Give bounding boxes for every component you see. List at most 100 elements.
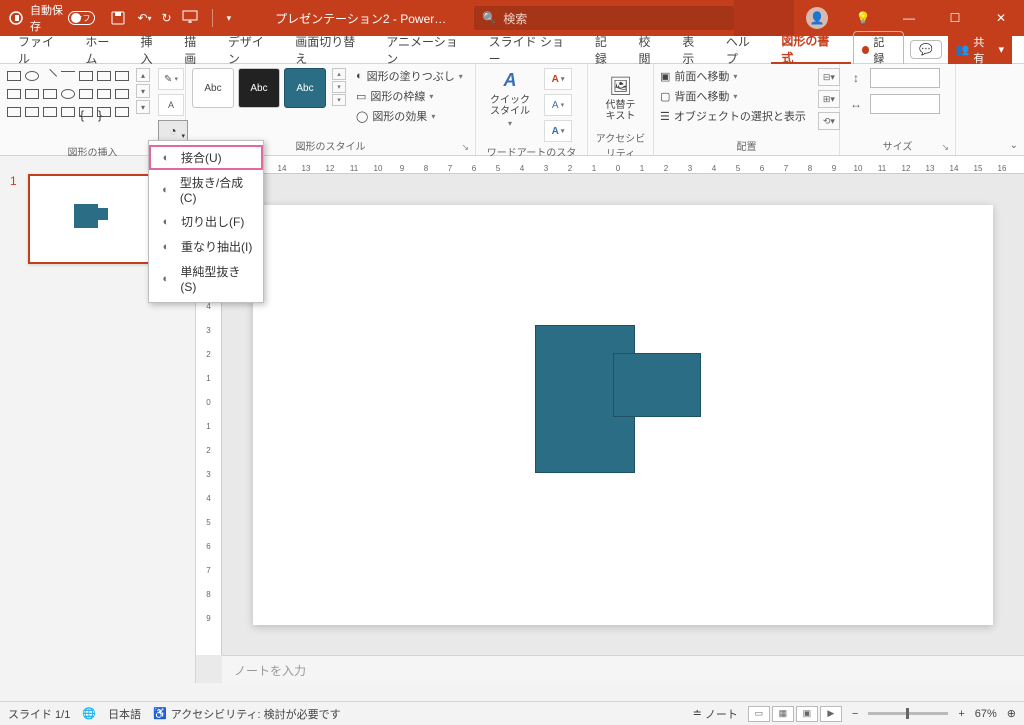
undo-button[interactable]: ↶▾ <box>137 11 151 25</box>
horizontal-ruler: 1615141312111098765432101234567891011121… <box>222 156 1024 174</box>
fill-icon: ◐ <box>356 70 363 82</box>
notes-pane[interactable]: ノートを入力 <box>222 655 1024 683</box>
tab-2[interactable]: 挿入 <box>131 36 175 64</box>
reading-view-button[interactable]: ▣ <box>796 706 818 722</box>
height-input[interactable] <box>870 68 940 88</box>
search-icon: 🔍 <box>482 11 497 25</box>
qat-more-button[interactable]: ▾ <box>227 13 232 24</box>
slide-number: 1 <box>10 174 17 188</box>
autosave-toggle[interactable]: 自動保存 オフ <box>30 2 95 34</box>
align-button[interactable]: ⊟▾ <box>818 68 840 86</box>
shape-rect-2[interactable] <box>613 353 701 417</box>
tab-3[interactable]: 描画 <box>174 36 218 64</box>
zoom-slider[interactable] <box>868 712 948 715</box>
search-placeholder: 検索 <box>503 10 527 27</box>
merge-option-3[interactable]: ◐重なり抽出(I) <box>149 234 263 259</box>
notes-toggle[interactable]: ≐ノート <box>693 706 738 722</box>
slide[interactable] <box>253 205 993 625</box>
sorter-view-button[interactable]: ▦ <box>772 706 794 722</box>
record-button[interactable]: 記録 <box>853 31 904 69</box>
group-label-size: サイズ <box>883 142 913 153</box>
status-lang-icon[interactable]: 🌐 <box>82 707 96 720</box>
shape-outline-button[interactable]: ▭図形の枠線▾ <box>356 88 463 104</box>
search-box[interactable]: 🔍 検索 <box>474 6 734 30</box>
normal-view-button[interactable]: ▭ <box>748 706 770 722</box>
ribbon-collapse-button[interactable]: ⌄ <box>1010 140 1018 151</box>
tab-8[interactable]: 記録 <box>585 36 629 64</box>
merge-option-1[interactable]: ◐型抜き/合成(C) <box>149 170 263 209</box>
group-label-arrange: 配置 <box>737 142 757 153</box>
merge-option-icon: ◐ <box>159 151 173 165</box>
view-buttons: ▭ ▦ ▣ ▶ <box>748 706 842 722</box>
fit-to-window-button[interactable]: ⊕ <box>1007 707 1016 720</box>
text-box-button[interactable]: A <box>158 94 184 116</box>
status-slide: スライド 1/1 <box>8 706 70 722</box>
merge-shapes-button[interactable]: ◔▾ <box>158 120 188 142</box>
status-accessibility[interactable]: ♿アクセシビリティ: 検討が必要です <box>153 706 341 722</box>
send-backward-button[interactable]: ▢背面へ移動▾ <box>660 88 806 104</box>
height-icon: ↕ <box>846 69 866 87</box>
shape-fill-button[interactable]: ◐図形の塗りつぶし▾ <box>356 68 463 84</box>
send-backward-icon: ▢ <box>660 90 670 103</box>
autosave-label: 自動保存 <box>30 2 64 34</box>
shape-styles-gallery[interactable]: Abc Abc Abc <box>192 68 326 108</box>
text-effects-button[interactable]: A <box>544 120 572 142</box>
merge-option-icon: ◐ <box>159 272 172 286</box>
outline-icon: ▭ <box>356 90 366 103</box>
share-button[interactable]: 👥 共有 ▾ <box>948 32 1012 68</box>
present-from-start-button[interactable] <box>182 10 198 27</box>
size-launcher[interactable]: ↘ <box>941 142 949 153</box>
shapes-gallery[interactable]: {} <box>6 68 130 120</box>
tab-11[interactable]: ヘルプ <box>716 36 772 64</box>
rotate-button[interactable]: ⟲▾ <box>818 112 840 130</box>
comments-button[interactable]: 💬 <box>910 40 942 59</box>
merge-option-0[interactable]: ◐接合(U) <box>149 145 263 170</box>
wordart-quickstyle-button[interactable]: A クイック スタイル ▾ <box>482 68 538 128</box>
tab-0[interactable]: ファイル <box>8 36 75 64</box>
text-outline-button[interactable]: A <box>544 94 572 116</box>
group-label-styles: 図形のスタイル <box>296 142 366 153</box>
accessibility-icon: ♿ <box>153 707 167 720</box>
group-size: ↕ ↔ サイズ ↘ <box>840 64 956 155</box>
tab-7[interactable]: スライド ショー <box>479 36 585 64</box>
selection-pane-icon: ☰ <box>660 110 670 123</box>
group-accessibility: 🖼 代替テ キスト アクセシビリティ <box>588 64 654 155</box>
status-lang: 日本語 <box>108 706 141 722</box>
zoom-in-button[interactable]: + <box>958 708 964 720</box>
shape-effects-button[interactable]: ◯図形の効果▾ <box>356 108 463 124</box>
group-arrange: ▣前面へ移動▾ ▢背面へ移動▾ ☰オブジェクトの選択と表示 ⊟▾ ⊞▾ ⟲▾ 配… <box>654 64 840 155</box>
slideshow-view-button[interactable]: ▶ <box>820 706 842 722</box>
style-gallery-scroll[interactable]: ▴▾▾ <box>332 68 346 106</box>
group-button[interactable]: ⊞▾ <box>818 90 840 108</box>
merge-option-2[interactable]: ◐切り出し(F) <box>149 209 263 234</box>
alt-text-button[interactable]: 🖼 代替テ キスト <box>594 68 647 128</box>
shapes-gallery-scroll[interactable]: ▴▾▾ <box>136 68 150 114</box>
effects-icon: ◯ <box>356 110 368 123</box>
tab-5[interactable]: 画面切り替え <box>285 36 376 64</box>
tab-4[interactable]: デザイン <box>218 36 285 64</box>
edit-shape-button[interactable]: ✎ <box>158 68 184 90</box>
tab-9[interactable]: 校閲 <box>629 36 673 64</box>
canvas[interactable] <box>222 174 1024 655</box>
selection-pane-button[interactable]: ☰オブジェクトの選択と表示 <box>660 108 806 124</box>
zoom-level[interactable]: 67% <box>975 708 997 720</box>
width-icon: ↔ <box>846 95 866 113</box>
tab-1[interactable]: ホーム <box>75 36 130 64</box>
tab-10[interactable]: 表示 <box>672 36 716 64</box>
save-icon[interactable] <box>109 9 127 27</box>
window-title: プレゼンテーション2 - Power… <box>275 10 446 27</box>
merge-option-icon: ◐ <box>159 240 173 254</box>
quickstyle-icon: A <box>498 69 522 93</box>
notes-placeholder: ノートを入力 <box>234 664 306 678</box>
tab-6[interactable]: アニメーション <box>376 36 478 64</box>
redo-button[interactable]: ↻ <box>162 11 172 25</box>
zoom-out-button[interactable]: − <box>852 708 858 720</box>
alt-text-icon: 🖼 <box>609 74 633 98</box>
styles-launcher[interactable]: ↘ <box>461 142 469 153</box>
text-fill-button[interactable]: A <box>544 68 572 90</box>
tab-12[interactable]: 図形の書式 <box>771 36 850 64</box>
group-wordart: A クイック スタイル ▾ A A A ワードアートのスタイル↘ <box>476 64 588 155</box>
merge-option-4[interactable]: ◐単純型抜き(S) <box>149 259 263 298</box>
width-input[interactable] <box>870 94 940 114</box>
bring-forward-button[interactable]: ▣前面へ移動▾ <box>660 68 806 84</box>
